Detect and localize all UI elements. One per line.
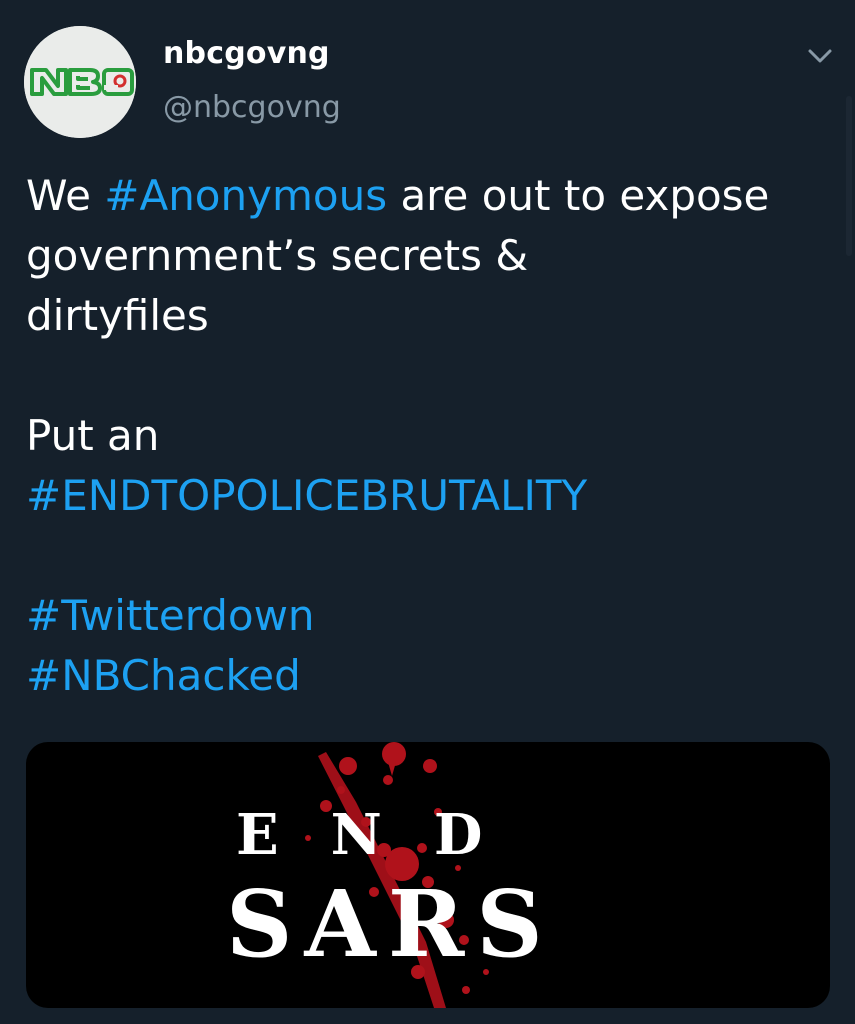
tweet-text-fragment: are out to expose bbox=[387, 171, 770, 220]
hashtag-twitterdown-link[interactable]: #Twitterdown bbox=[26, 586, 806, 646]
hashtag-nbchacked-link[interactable]: #NBChacked bbox=[26, 646, 806, 706]
tweet-text: We #Anonymous are out to expose governme… bbox=[26, 166, 806, 706]
tweet-card[interactable]: nbcgovng @nbcgovng We #Anonymous are out… bbox=[0, 0, 855, 1024]
hashtag-endtopolicebrutality-link[interactable]: #ENDTOPOLICEBRUTALITY bbox=[26, 466, 806, 526]
sars-word: SARS bbox=[226, 870, 555, 978]
hashtag-anonymous-link[interactable]: #Anonymous bbox=[104, 171, 387, 220]
tweet-line-4: Put an bbox=[26, 411, 160, 460]
display-name[interactable]: nbcgovng bbox=[163, 36, 330, 71]
tweet-line-1: We #Anonymous are out to expose bbox=[26, 166, 806, 226]
scrollbar[interactable] bbox=[846, 96, 852, 256]
tweet-media-image[interactable]: END SARS bbox=[26, 742, 830, 1008]
chevron-down-icon[interactable] bbox=[806, 44, 834, 68]
tweet-line-2: government’s secrets & bbox=[26, 231, 529, 280]
tweet-text-fragment: We bbox=[26, 171, 105, 220]
end-word: END bbox=[236, 802, 535, 868]
avatar[interactable] bbox=[24, 26, 136, 138]
tweet-line-3: dirtyfiles bbox=[26, 291, 209, 340]
user-handle[interactable]: @nbcgovng bbox=[163, 90, 341, 125]
nbc-logo-icon bbox=[24, 26, 136, 138]
